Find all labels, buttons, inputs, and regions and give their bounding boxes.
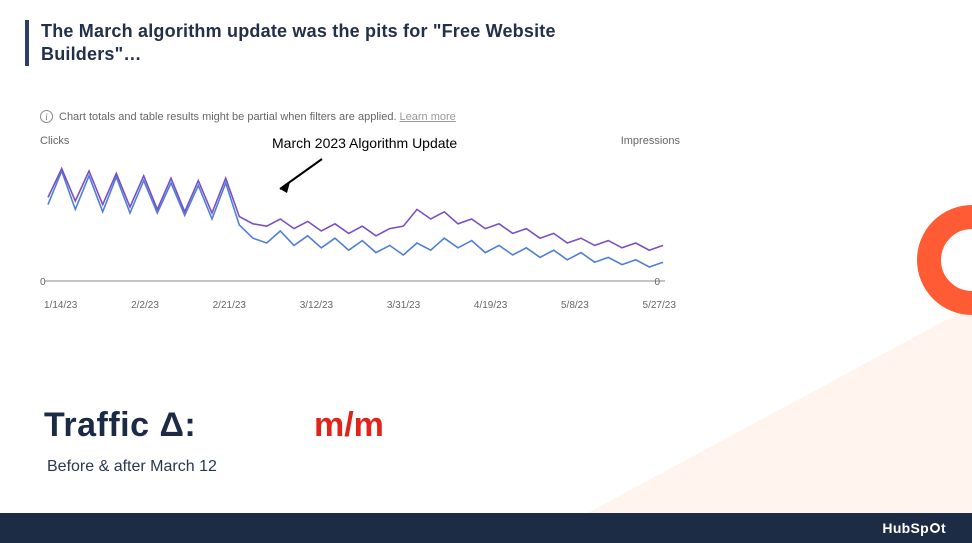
decorative-triangle	[582, 306, 972, 516]
info-icon: i	[40, 110, 53, 123]
traffic-delta-value: m/m	[314, 406, 384, 445]
slide-title-bar: The March algorithm update was the pits …	[25, 20, 641, 67]
logo-text-b: t	[941, 520, 946, 536]
hubspot-logo: HubSpt	[882, 520, 946, 536]
annotation-arrow	[280, 159, 322, 189]
y-right-zero: 0	[654, 277, 660, 288]
learn-more-link[interactable]: Learn more	[400, 111, 456, 123]
y-right-label: Impressions	[621, 135, 680, 147]
y-left-label: Clicks	[40, 135, 69, 147]
x-tick: 5/27/23	[643, 300, 676, 311]
annotation-label: March 2023 Algorithm Update	[272, 135, 457, 151]
y-left-zero: 0	[40, 277, 46, 288]
footer-bar: HubSpt	[0, 513, 972, 543]
x-tick: 1/14/23	[44, 300, 77, 311]
title-accent	[25, 20, 29, 66]
x-tick: 3/12/23	[300, 300, 333, 311]
chart-svg: 0 0	[40, 151, 670, 296]
info-banner: i Chart totals and table results might b…	[40, 110, 680, 123]
x-tick: 2/21/23	[213, 300, 246, 311]
series-impressions	[48, 169, 663, 251]
x-tick: 2/2/23	[131, 300, 159, 311]
slide-title: The March algorithm update was the pits …	[41, 20, 641, 67]
decorative-ring	[917, 205, 972, 315]
info-text: Chart totals and table results might be …	[59, 111, 397, 123]
chart-block: i Chart totals and table results might b…	[40, 110, 680, 311]
date-range-note: Before & after March 12	[47, 458, 217, 476]
x-tick: 5/8/23	[561, 300, 589, 311]
logo-text-a: HubSp	[882, 520, 929, 536]
sprocket-icon	[930, 523, 940, 533]
x-tick: 3/31/23	[387, 300, 420, 311]
line-chart: March 2023 Algorithm Update 0 0	[40, 151, 670, 296]
traffic-delta-label: Traffic Δ:	[44, 406, 196, 445]
x-tick-row: 1/14/23 2/2/23 2/21/23 3/12/23 3/31/23 4/19/2…	[40, 300, 680, 311]
x-tick: 4/19/23	[474, 300, 507, 311]
